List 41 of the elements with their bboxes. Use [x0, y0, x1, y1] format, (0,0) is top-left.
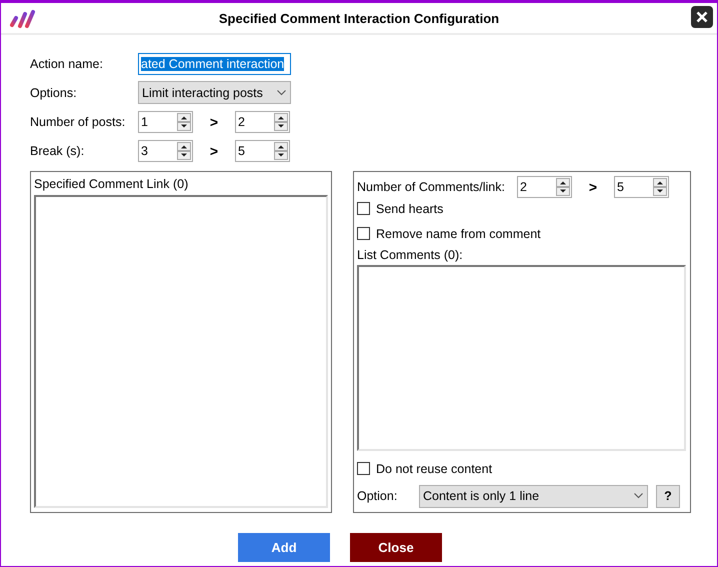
spin-field[interactable]: 5: [235, 140, 290, 162]
close-icon: [696, 11, 708, 23]
spin-field[interactable]: 5: [614, 176, 669, 198]
field-label: Number of posts:: [30, 114, 126, 128]
checkbox[interactable]: [357, 202, 370, 216]
spinner-icon[interactable]: [274, 142, 288, 160]
spin-field[interactable]: 1: [138, 110, 193, 132]
checkbox-label[interactable]: Remove name from comment: [376, 226, 541, 241]
window-title: Specified Comment Interaction Configuration: [218, 10, 500, 26]
dropdown[interactable]: Content is only 1 line: [419, 484, 648, 508]
spin-field[interactable]: 2: [235, 110, 290, 132]
field-label: Options:: [30, 86, 78, 100]
field-label: Break (s):: [30, 144, 86, 158]
app-logo-icon: [9, 8, 36, 30]
spinner-icon[interactable]: [556, 178, 570, 196]
field-label: Action name:: [30, 56, 104, 70]
spin-field[interactable]: 2: [516, 176, 572, 198]
list-label: List Comments (0):: [357, 248, 464, 262]
close-button[interactable]: [691, 6, 713, 28]
dropdown[interactable]: Limit interacting posts: [138, 81, 291, 104]
checkbox-label[interactable]: Send hearts: [376, 202, 444, 216]
spinner-icon[interactable]: [274, 112, 288, 130]
add-button[interactable]: Add: [238, 533, 330, 562]
checkbox[interactable]: [357, 227, 370, 240]
chevron-down-icon: [277, 90, 286, 96]
field-label: Option:: [357, 489, 398, 504]
checkbox-label[interactable]: Do not reuse content: [376, 462, 492, 476]
text-field[interactable]: ated Comment interaction: [138, 52, 291, 74]
spinner-icon[interactable]: [177, 142, 191, 160]
spin-field[interactable]: 3: [138, 140, 193, 162]
help-button[interactable]: ?: [656, 484, 680, 508]
spinner-icon[interactable]: [652, 178, 667, 196]
checkbox[interactable]: [357, 462, 370, 476]
panel-title: Specified Comment Link (0): [34, 177, 190, 191]
field-label: Number of Comments/link:: [357, 180, 505, 194]
spinner-icon[interactable]: [177, 112, 191, 130]
range-separator: >: [588, 178, 598, 195]
range-separator: >: [208, 114, 220, 130]
close-button[interactable]: Close: [350, 533, 442, 562]
chevron-down-icon: [634, 493, 643, 500]
range-separator: >: [208, 142, 220, 158]
